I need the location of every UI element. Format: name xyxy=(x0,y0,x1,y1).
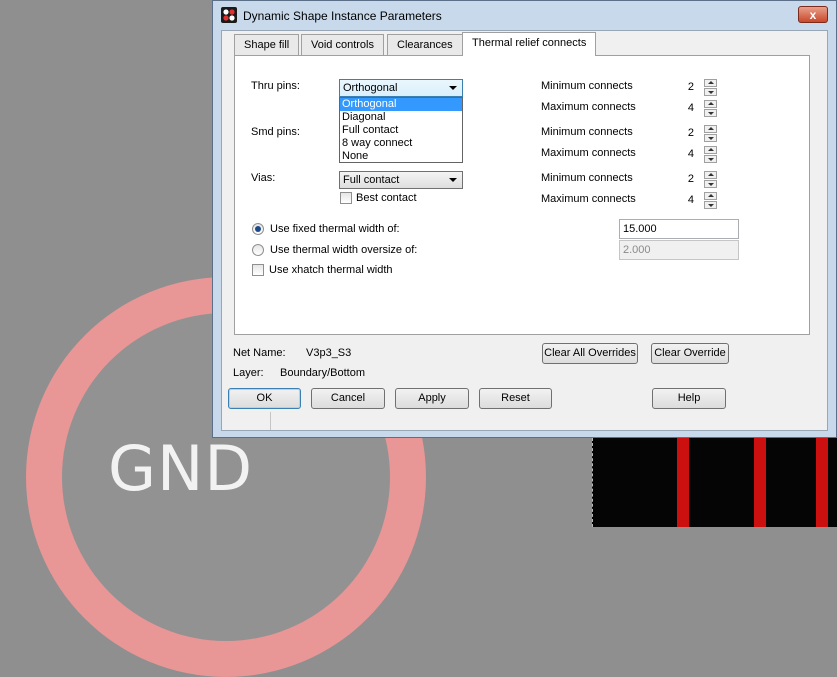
best-contact-checkbox[interactable] xyxy=(340,192,352,204)
close-icon: x xyxy=(809,8,817,22)
chevron-down-icon xyxy=(449,178,457,182)
layer-label: Layer: xyxy=(233,367,264,379)
trace-bar xyxy=(754,438,766,527)
thru-pins-label: Thru pins: xyxy=(251,80,300,92)
dialog-client: Shape fill Void controls Clearances Ther… xyxy=(221,30,828,431)
tab-shape-fill[interactable]: Shape fill xyxy=(234,34,300,55)
thru-pins-combo[interactable]: Orthogonal xyxy=(339,79,463,97)
smd-min-connects-label: Minimum connects xyxy=(541,126,633,138)
thru-min-connects-label: Minimum connects xyxy=(541,80,633,92)
spin-down-icon[interactable] xyxy=(704,134,717,142)
spin-down-icon[interactable] xyxy=(704,109,717,117)
spin-down-icon[interactable] xyxy=(704,201,717,209)
ok-button[interactable]: OK xyxy=(228,388,301,409)
spin-up-icon[interactable] xyxy=(704,125,717,133)
fixed-width-input[interactable]: 15.000 xyxy=(619,219,739,239)
vias-min-connects-spinner[interactable] xyxy=(704,171,717,188)
trace-bar xyxy=(816,438,828,527)
trace-bar xyxy=(677,438,689,527)
spin-down-icon[interactable] xyxy=(704,180,717,188)
spin-up-icon[interactable] xyxy=(704,171,717,179)
smd-pins-label: Smd pins: xyxy=(251,126,300,138)
vias-max-connects-spinner[interactable] xyxy=(704,192,717,209)
vias-min-connects-label: Minimum connects xyxy=(541,172,633,184)
oversize-width-label: Use thermal width oversize of: xyxy=(270,244,418,256)
fixed-width-label: Use fixed thermal width of: xyxy=(270,223,400,235)
spin-up-icon[interactable] xyxy=(704,192,717,200)
chevron-down-icon xyxy=(449,86,457,90)
fixed-width-radio[interactable] xyxy=(252,223,264,235)
vias-value: Full contact xyxy=(343,174,400,186)
smd-max-connects-value[interactable]: 4 xyxy=(680,146,694,163)
spin-down-icon[interactable] xyxy=(704,155,717,163)
vias-max-connects-label: Maximum connects xyxy=(541,193,636,205)
thru-max-connects-value[interactable]: 4 xyxy=(680,100,694,117)
spin-up-icon[interactable] xyxy=(704,146,717,154)
dropdown-option-none[interactable]: None xyxy=(340,150,462,163)
thermal-relief-panel: Thru pins: Orthogonal Orthogonal Diagona… xyxy=(234,55,810,335)
xhatch-label: Use xhatch thermal width xyxy=(269,264,393,276)
vias-combo[interactable]: Full contact xyxy=(339,171,463,189)
smd-min-connects-spinner[interactable] xyxy=(704,125,717,142)
spin-up-icon[interactable] xyxy=(704,100,717,108)
thru-max-connects-spinner[interactable] xyxy=(704,100,717,117)
tab-thermal-relief-connects[interactable]: Thermal relief connects xyxy=(462,32,597,56)
vias-min-connects-value[interactable]: 2 xyxy=(680,171,694,188)
oversize-width-radio[interactable] xyxy=(252,244,264,256)
thru-min-connects-value[interactable]: 2 xyxy=(680,79,694,96)
smd-max-connects-label: Maximum connects xyxy=(541,147,636,159)
dropdown-option-orthogonal[interactable]: Orthogonal xyxy=(340,98,462,111)
xhatch-checkbox[interactable] xyxy=(252,264,264,276)
cancel-button[interactable]: Cancel xyxy=(311,388,385,409)
spin-down-icon[interactable] xyxy=(704,88,717,96)
thru-pins-value: Orthogonal xyxy=(343,82,398,94)
clear-override-button[interactable]: Clear Override xyxy=(651,343,729,364)
tab-void-controls[interactable]: Void controls xyxy=(301,34,384,55)
status-divider xyxy=(270,412,271,430)
reset-button[interactable]: Reset xyxy=(479,388,552,409)
gnd-net-label: GND xyxy=(108,432,254,505)
dynamic-shape-dialog: Dynamic Shape Instance Parameters x Shap… xyxy=(212,0,837,438)
board-view xyxy=(592,438,837,527)
net-name-label: Net Name: xyxy=(233,347,286,359)
vias-max-connects-value[interactable]: 4 xyxy=(680,192,694,209)
thru-pins-dropdown: Orthogonal Diagonal Full contact 8 way c… xyxy=(339,97,463,163)
spin-up-icon[interactable] xyxy=(704,79,717,87)
close-button[interactable]: x xyxy=(798,6,828,23)
dropdown-option-diagonal[interactable]: Diagonal xyxy=(340,111,462,124)
clear-all-overrides-button[interactable]: Clear All Overrides xyxy=(542,343,638,364)
smd-min-connects-value[interactable]: 2 xyxy=(680,125,694,142)
dialog-title: Dynamic Shape Instance Parameters xyxy=(243,9,442,23)
oversize-width-input[interactable]: 2.000 xyxy=(619,240,739,260)
thru-max-connects-label: Maximum connects xyxy=(541,101,636,113)
apply-button[interactable]: Apply xyxy=(395,388,469,409)
vias-label: Vias: xyxy=(251,172,276,184)
dropdown-option-8-way-connect[interactable]: 8 way connect xyxy=(340,137,462,150)
dropdown-option-full-contact[interactable]: Full contact xyxy=(340,124,462,137)
tab-clearances[interactable]: Clearances xyxy=(387,34,463,55)
smd-max-connects-spinner[interactable] xyxy=(704,146,717,163)
best-contact-label: Best contact xyxy=(356,192,417,204)
layer-value: Boundary/Bottom xyxy=(280,367,365,379)
title-bar[interactable]: Dynamic Shape Instance Parameters x xyxy=(213,1,836,29)
app-icon xyxy=(221,7,237,23)
help-button[interactable]: Help xyxy=(652,388,726,409)
net-name-value: V3p3_S3 xyxy=(306,347,352,359)
thru-min-connects-spinner[interactable] xyxy=(704,79,717,96)
